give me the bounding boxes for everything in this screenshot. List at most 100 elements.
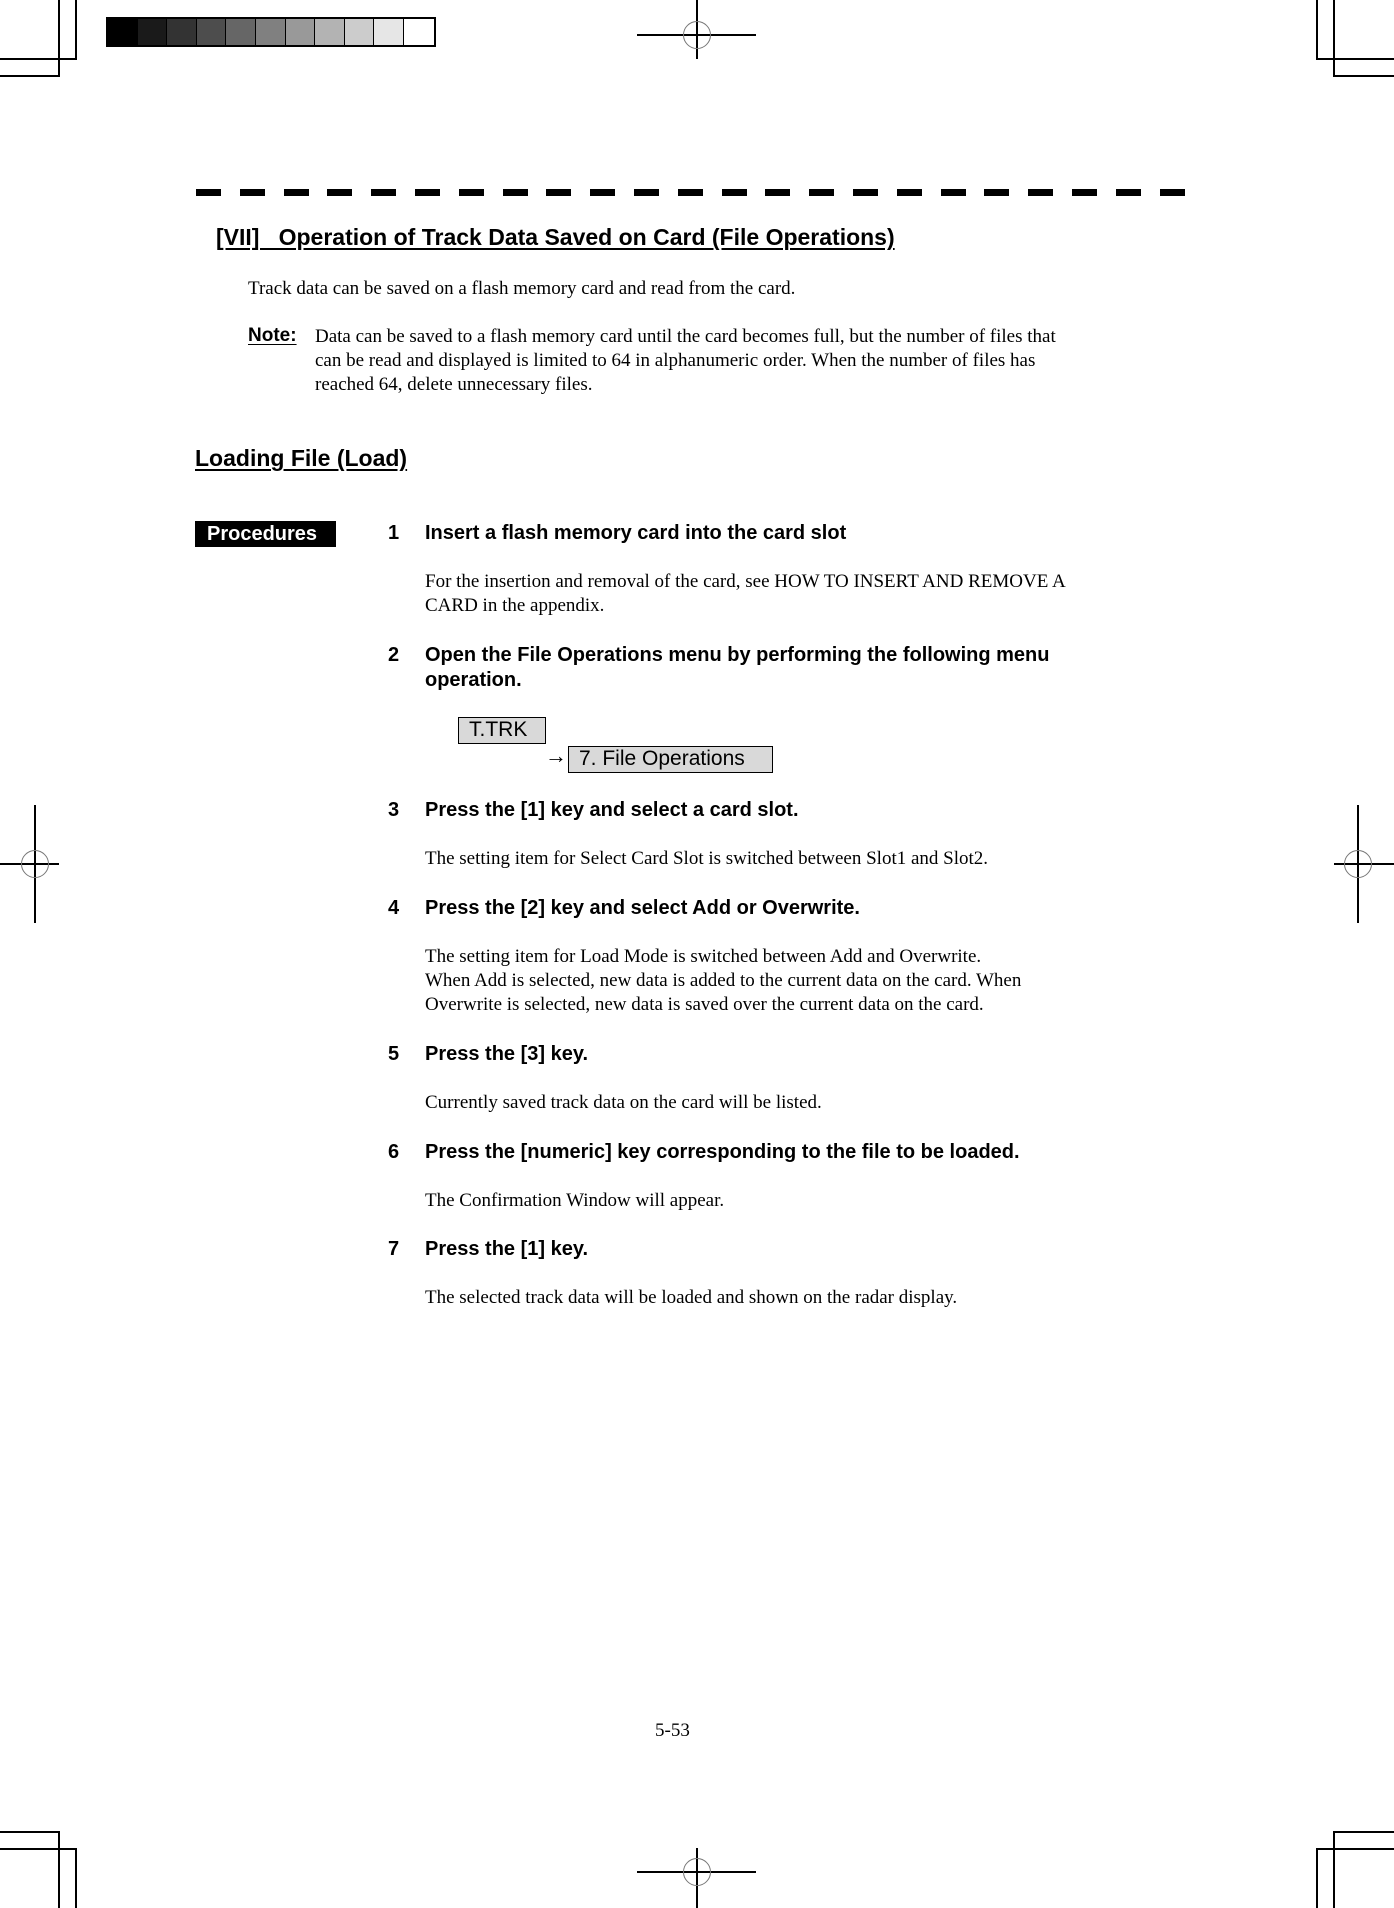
step-description: The setting item for Select Card Slot is… bbox=[425, 847, 988, 871]
crop-mark-line bbox=[58, 0, 60, 77]
crop-mark-line bbox=[0, 1831, 60, 1833]
gray-scale-cell bbox=[285, 19, 316, 45]
gray-scale-cell bbox=[255, 19, 286, 45]
step-number: 6 bbox=[388, 1141, 400, 1163]
rule-dash bbox=[283, 189, 309, 196]
step-description-line: The setting item for Load Mode is switch… bbox=[425, 946, 982, 967]
crosshair-circle bbox=[1344, 850, 1372, 878]
step-description: The setting item for Load Mode is switch… bbox=[425, 945, 1021, 1017]
page-number: 5-53 bbox=[655, 1720, 690, 1741]
rule-dash bbox=[327, 189, 353, 196]
gray-scale-cell bbox=[167, 19, 197, 45]
crosshair-circle bbox=[683, 1858, 711, 1886]
step-description: For the insertion and removal of the car… bbox=[425, 570, 1066, 618]
crop-mark-line bbox=[1316, 0, 1318, 60]
step-description: The selected track data will be loaded a… bbox=[425, 1286, 957, 1310]
crop-mark-line bbox=[0, 75, 60, 77]
step-number: 3 bbox=[388, 799, 400, 821]
rule-dash bbox=[765, 189, 791, 196]
crop-mark-line bbox=[75, 1848, 77, 1908]
rule-dash bbox=[984, 189, 1010, 196]
crop-mark-line bbox=[1316, 1848, 1318, 1908]
step-title-line: operation. bbox=[425, 669, 522, 691]
note-line: Data can be saved to a flash memory card… bbox=[315, 326, 1056, 347]
rule-dash bbox=[1159, 189, 1185, 196]
gray-scale-cell bbox=[344, 19, 375, 45]
step-title: Press the [1] key. bbox=[425, 1237, 588, 1262]
step-number: 5 bbox=[388, 1043, 400, 1065]
gray-scale-cell bbox=[108, 19, 138, 45]
dashed-rule bbox=[196, 189, 1188, 196]
rule-dash bbox=[721, 189, 747, 196]
rule-dash bbox=[853, 189, 878, 196]
step-title: Insert a flash memory card into the card… bbox=[425, 521, 846, 546]
step-title: Open the File Operations menu by perform… bbox=[425, 643, 1049, 693]
rule-dash bbox=[1115, 189, 1141, 196]
menu-item-file-operations[interactable]: 7. File Operations bbox=[568, 746, 773, 773]
crop-mark-line bbox=[0, 58, 77, 60]
rule-dash bbox=[634, 189, 659, 196]
crosshair-circle bbox=[21, 850, 49, 878]
rule-dash bbox=[371, 189, 397, 196]
note-label: Note: bbox=[248, 325, 297, 346]
step-description-line: For the insertion and removal of the car… bbox=[425, 571, 1066, 592]
step-title-line: Press the [2] key and select Add or Over… bbox=[425, 897, 860, 919]
step-description: The Confirmation Window will appear. bbox=[425, 1189, 724, 1213]
step-number: 4 bbox=[388, 897, 400, 919]
section-title: [VII] Operation of Track Data Saved on C… bbox=[216, 224, 895, 250]
note-line: can be read and displayed is limited to … bbox=[315, 350, 1036, 371]
step-description: Currently saved track data on the card w… bbox=[425, 1091, 822, 1115]
step-title-line: Open the File Operations menu by perform… bbox=[425, 644, 1050, 666]
step-title-line: Press the [1] key and select a card slot… bbox=[425, 799, 799, 821]
crop-mark-line bbox=[1333, 1831, 1394, 1833]
step-description-line: The setting item for Select Card Slot is… bbox=[425, 848, 989, 869]
step-title: Press the [1] key and select a card slot… bbox=[425, 798, 799, 823]
step-number: 2 bbox=[388, 644, 400, 666]
rule-dash bbox=[1072, 189, 1097, 196]
rule-dash bbox=[546, 189, 572, 196]
rule-dash bbox=[458, 189, 484, 196]
step-number: 7 bbox=[388, 1238, 400, 1260]
step-description-line: The Confirmation Window will appear. bbox=[425, 1190, 725, 1211]
step-title: Press the [numeric] key corresponding to… bbox=[425, 1140, 1020, 1165]
gray-scale-bar bbox=[106, 17, 436, 47]
rule-dash bbox=[590, 189, 616, 196]
rule-dash bbox=[677, 189, 703, 196]
step-description-line: CARD in the appendix. bbox=[425, 595, 605, 616]
rule-dash bbox=[940, 189, 966, 196]
crop-mark-line bbox=[1316, 1848, 1394, 1850]
step-title-line: Press the [numeric] key corresponding to… bbox=[425, 1141, 1020, 1163]
key-t-trk[interactable]: T.TRK bbox=[458, 717, 546, 744]
step-description-line: When Add is selected, new data is added … bbox=[425, 970, 1022, 991]
rule-dash bbox=[809, 189, 835, 196]
intro-text: Track data can be saved on a flash memor… bbox=[248, 278, 796, 299]
gray-scale-cell bbox=[226, 19, 256, 45]
rule-dash bbox=[896, 189, 922, 196]
gray-scale-cell bbox=[196, 19, 227, 45]
gray-scale-cell bbox=[374, 19, 404, 45]
crop-mark-line bbox=[58, 1831, 60, 1908]
step-title-line: Press the [1] key. bbox=[425, 1238, 589, 1260]
rule-dash bbox=[239, 189, 265, 196]
crop-mark-line bbox=[0, 1848, 77, 1850]
step-title: Press the [3] key. bbox=[425, 1042, 588, 1067]
step-description-line: Overwrite is selected, new data is saved… bbox=[425, 994, 984, 1015]
step-title: Press the [2] key and select Add or Over… bbox=[425, 896, 860, 921]
rule-dash bbox=[196, 189, 221, 196]
step-title-line: Press the [3] key. bbox=[425, 1043, 589, 1065]
step-description-line: The selected track data will be loaded a… bbox=[425, 1287, 958, 1308]
rule-dash bbox=[502, 189, 528, 196]
arrow-icon: → bbox=[545, 743, 567, 768]
step-description-line: Currently saved track data on the card w… bbox=[425, 1092, 822, 1113]
gray-scale-cell bbox=[137, 19, 168, 45]
crop-mark-line bbox=[1333, 75, 1394, 77]
rule-dash bbox=[1028, 189, 1054, 196]
crop-mark-line bbox=[1333, 0, 1335, 77]
rule-dash bbox=[415, 189, 440, 196]
crop-mark-line bbox=[75, 0, 77, 60]
note-line: reached 64, delete unnecessary files. bbox=[315, 374, 593, 395]
gray-scale-cell bbox=[315, 19, 345, 45]
crop-mark-line bbox=[1316, 58, 1394, 60]
procedures-badge: Procedures bbox=[195, 521, 336, 547]
crop-mark-line bbox=[1333, 1831, 1335, 1908]
